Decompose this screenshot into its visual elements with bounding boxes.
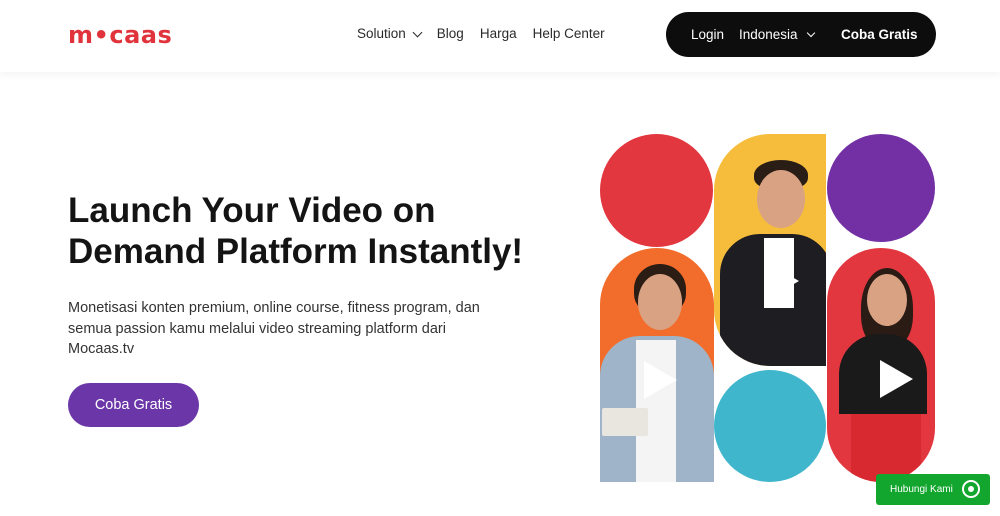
play-icon bbox=[766, 262, 799, 300]
mocaas-logo[interactable]: m•caas bbox=[68, 22, 172, 48]
nav-help-center-label: Help Center bbox=[532, 26, 605, 41]
login-link[interactable]: Login bbox=[691, 27, 724, 42]
video-card-fitness[interactable] bbox=[827, 248, 935, 482]
whatsapp-contact-button[interactable]: Hubungi Kami bbox=[876, 474, 990, 505]
main-nav: Solution Blog Harga Help Center bbox=[357, 26, 605, 41]
whatsapp-label: Hubungi Kami bbox=[890, 484, 953, 495]
whatsapp-icon bbox=[962, 480, 980, 498]
header-trial-button[interactable]: Coba Gratis bbox=[841, 27, 918, 42]
hero-title: Launch Your Video on Demand Platform Ins… bbox=[68, 191, 524, 271]
language-label: Indonesia bbox=[739, 27, 798, 42]
play-icon bbox=[644, 361, 677, 399]
video-card-woman-books[interactable] bbox=[600, 248, 714, 482]
red-circle bbox=[600, 134, 713, 247]
chevron-down-icon bbox=[806, 28, 815, 38]
account-pill: Login Indonesia Coba Gratis bbox=[666, 12, 936, 57]
site-header: m•caas Solution Blog Harga Help Center L… bbox=[0, 0, 1000, 72]
hero-description: Monetisasi konten premium, online course… bbox=[68, 300, 480, 357]
nav-solution-label: Solution bbox=[357, 26, 406, 41]
language-selector[interactable]: Indonesia bbox=[739, 27, 815, 42]
nav-harga-label: Harga bbox=[479, 26, 517, 41]
nav-blog-label: Blog bbox=[436, 26, 464, 41]
nav-help-center[interactable]: Help Center bbox=[533, 26, 605, 41]
purple-circle bbox=[827, 134, 935, 242]
nav-harga[interactable]: Harga bbox=[480, 26, 517, 41]
nav-blog[interactable]: Blog bbox=[437, 26, 464, 41]
blue-circle bbox=[714, 370, 826, 482]
play-icon bbox=[880, 360, 913, 398]
hero-trial-button[interactable]: Coba Gratis bbox=[68, 383, 199, 427]
nav-solution[interactable]: Solution bbox=[357, 26, 423, 41]
chevron-down-icon bbox=[412, 27, 423, 37]
video-card-man[interactable] bbox=[714, 134, 826, 366]
